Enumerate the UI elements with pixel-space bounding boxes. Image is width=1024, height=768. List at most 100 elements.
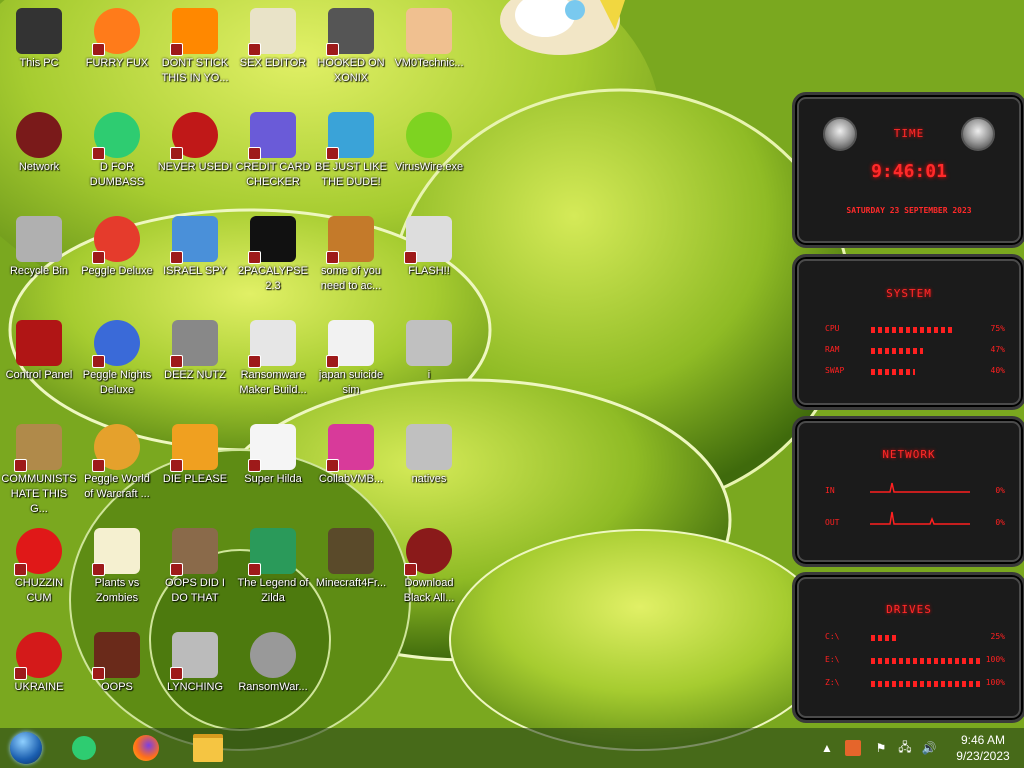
network-tray-button[interactable]: 🖧 bbox=[896, 728, 914, 768]
desktop-icon-label: Peggle World of Warcraft ... bbox=[84, 473, 150, 500]
desktop-icon[interactable]: natives bbox=[390, 418, 468, 487]
shield-overlay-icon bbox=[92, 355, 105, 368]
desktop-icon[interactable]: FURRY FUX bbox=[78, 2, 156, 71]
desktop-icon-label: Peggle Nights Deluxe bbox=[82, 369, 152, 396]
network-gadget: NETWORK IN 0% OUT 0% bbox=[792, 416, 1024, 567]
desktop-icon[interactable]: DIE PLEASE bbox=[156, 418, 234, 487]
desktop-icon[interactable]: CREDIT CARD CHECKER bbox=[234, 106, 312, 190]
desktop-icon[interactable]: japan suicide sim bbox=[312, 314, 390, 398]
gadget-row-label: CPU bbox=[825, 324, 840, 333]
desktop-icon[interactable]: CollabVMB... bbox=[312, 418, 390, 487]
flower-icon bbox=[92, 528, 140, 576]
desktop-icon-label: Ransomware Maker Build... bbox=[239, 369, 307, 396]
taskbar-clock[interactable]: 9:46 AM 9/23/2023 bbox=[948, 732, 1018, 764]
shield-overlay-icon bbox=[92, 459, 105, 472]
desktop-icon[interactable]: OOPS DID I DO THAT bbox=[156, 522, 234, 606]
desktop-icon-label: DONT STICK THIS IN YO... bbox=[161, 57, 229, 84]
desktop-icon-label: UKRAINE bbox=[14, 681, 64, 693]
shield-overlay-icon bbox=[248, 563, 261, 576]
desktop-icon[interactable]: UKRAINE bbox=[0, 626, 78, 695]
gadget-row: SWAP 40% bbox=[825, 366, 1005, 378]
desktop-icon[interactable]: BE JUST LIKE THE DUDE! bbox=[312, 106, 390, 190]
desktop-icon[interactable]: ISRAEL SPY bbox=[156, 210, 234, 279]
desktop-icon[interactable]: Ransomware Maker Build... bbox=[234, 314, 312, 398]
desktop-icon[interactable]: 2PACALYPSE 2.3 bbox=[234, 210, 312, 294]
desktop-icon-label: LYNCHING bbox=[166, 681, 224, 693]
desktop-icon[interactable]: Minecraft4Fr... bbox=[312, 522, 390, 591]
shield-overlay-icon bbox=[170, 43, 183, 56]
desktop-icon[interactable]: The Legend of Zilda bbox=[234, 522, 312, 606]
desktop-icon[interactable]: Super Hilda bbox=[234, 418, 312, 487]
desktop-icon[interactable]: Download Black All... bbox=[390, 522, 468, 606]
shield-overlay-icon bbox=[92, 563, 105, 576]
volume-button[interactable]: 🔊 bbox=[920, 728, 938, 768]
file-icon bbox=[406, 424, 452, 470]
shield-overlay-icon bbox=[326, 147, 339, 160]
flag-icon: ⚑ bbox=[875, 741, 887, 755]
network-graph bbox=[870, 482, 970, 525]
network-tray-icon: 🖧 bbox=[898, 739, 912, 754]
lime-icon bbox=[406, 112, 452, 158]
desktop-icon[interactable]: VirusWire.exe bbox=[390, 106, 468, 175]
desktop-icon[interactable]: This PC bbox=[0, 2, 78, 71]
control-panel-icon bbox=[16, 320, 62, 366]
desktop-icon-label: i bbox=[427, 369, 431, 381]
desktop-icon[interactable]: OOPS bbox=[78, 626, 156, 695]
skull-icon bbox=[250, 632, 296, 678]
gadget-date: SATURDAY 23 SEPTEMBER 2023 bbox=[846, 206, 972, 215]
rope-icon bbox=[170, 632, 218, 680]
peggle-icon bbox=[92, 216, 140, 264]
desktop-icon[interactable]: Peggle World of Warcraft ... bbox=[78, 418, 156, 502]
desktop-icon[interactable]: Recycle Bin bbox=[0, 210, 78, 279]
xonix-game-icon bbox=[326, 8, 374, 56]
shield-overlay-icon bbox=[92, 667, 105, 680]
desktop-icon[interactable]: some of you need to ac... bbox=[312, 210, 390, 294]
gadget-usage-bar bbox=[871, 369, 915, 375]
shield-overlay-icon bbox=[14, 667, 27, 680]
desktop-icon-label: 2PACALYPSE 2.3 bbox=[238, 265, 308, 292]
start-button[interactable] bbox=[6, 730, 46, 766]
shield-overlay-icon bbox=[170, 147, 183, 160]
taskbar-file-explorer-button[interactable] bbox=[188, 730, 228, 766]
desktop-icon[interactable]: HOOKED ON XONIX bbox=[312, 2, 390, 86]
desktop-icon[interactable]: i bbox=[390, 314, 468, 383]
desktop-icon-label: FURRY FUX bbox=[85, 57, 149, 69]
gadget-row: CPU 75% bbox=[825, 324, 1005, 336]
desktop-icon[interactable]: Network bbox=[0, 106, 78, 175]
desktop-icon[interactable]: DEEZ NUTZ bbox=[156, 314, 234, 383]
stack-icon bbox=[170, 320, 218, 368]
desktop-icon[interactable]: Peggle Nights Deluxe bbox=[78, 314, 156, 398]
credit-card-icon bbox=[248, 112, 296, 160]
desktop-icon[interactable]: COMMUNISTS HATE THIS G... bbox=[0, 418, 78, 517]
desktop-icon[interactable]: NEVER USED! bbox=[156, 106, 234, 175]
taskbar-time: 9:46 AM bbox=[960, 733, 1006, 747]
desktop-icon-label: Network bbox=[18, 161, 60, 173]
desktop-icon-label: some of you need to ac... bbox=[320, 265, 382, 292]
desktop-icon[interactable]: Control Panel bbox=[0, 314, 78, 383]
desktop-icon[interactable]: VM0Technic... bbox=[390, 2, 468, 71]
gadget-row: RAM 47% bbox=[825, 345, 1005, 357]
gadget-row-label: IN bbox=[825, 486, 835, 495]
show-hidden-icons-button[interactable]: ▲ bbox=[820, 728, 834, 768]
desktop-icon[interactable]: CHUZZIN CUM bbox=[0, 522, 78, 606]
taskbar-firefox-button[interactable] bbox=[126, 730, 166, 766]
desktop-icon[interactable]: SEX EDITOR bbox=[234, 2, 312, 71]
desktop-icon[interactable]: LYNCHING bbox=[156, 626, 234, 695]
shield-overlay-icon bbox=[92, 43, 105, 56]
gadget-row-value: 40% bbox=[990, 366, 1005, 375]
desktop-icon-label: BE JUST LIKE THE DUDE! bbox=[315, 161, 387, 188]
chat-icon bbox=[72, 736, 96, 760]
taskbar-chat-button[interactable] bbox=[64, 730, 104, 766]
tray-app-button[interactable] bbox=[844, 728, 862, 768]
desktop-icon[interactable]: RansomWar... bbox=[234, 626, 312, 695]
desktop-icon[interactable]: D FOR DUMBASS bbox=[78, 106, 156, 190]
gadget-row-value: 47% bbox=[990, 345, 1005, 354]
network-title: NETWORK bbox=[882, 448, 936, 461]
desktop-icon[interactable]: Plants vs Zombies bbox=[78, 522, 156, 606]
gadget-row: E:\ 100% bbox=[825, 655, 1005, 667]
desktop-icon[interactable]: Peggle Deluxe bbox=[78, 210, 156, 279]
desktop-icon[interactable]: FLASH!! bbox=[390, 210, 468, 279]
desktop-icon[interactable]: DONT STICK THIS IN YO... bbox=[156, 2, 234, 86]
shield-overlay-icon bbox=[170, 355, 183, 368]
action-center-button[interactable]: ⚑ bbox=[872, 728, 890, 768]
